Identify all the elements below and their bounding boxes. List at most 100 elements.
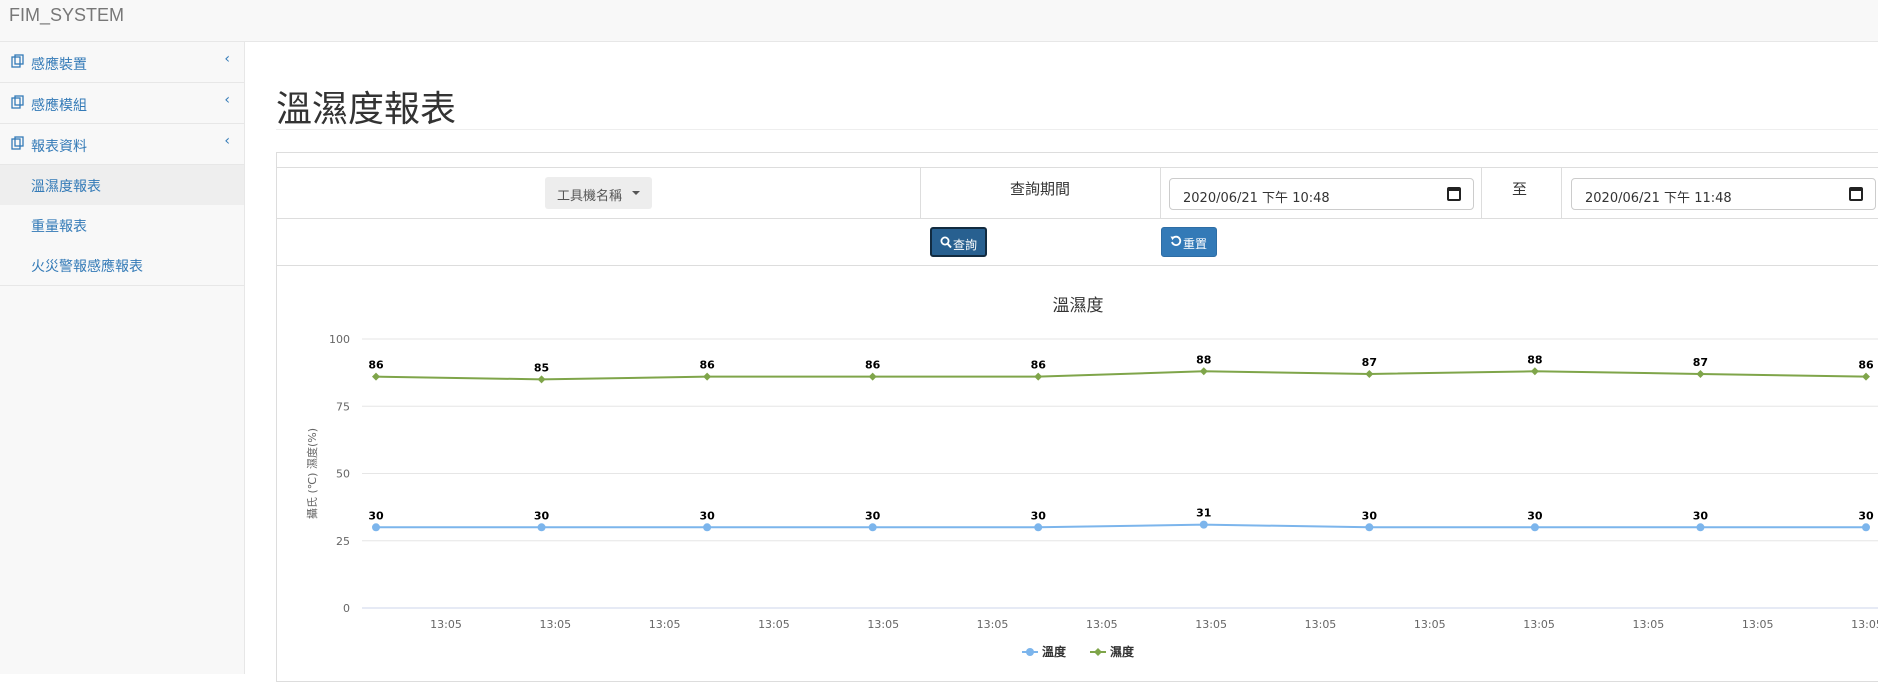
data-point [372, 372, 380, 381]
data-label: 86 [1858, 359, 1874, 372]
data-label: 88 [1527, 353, 1542, 366]
x-tick-label: 13:05 [1633, 618, 1665, 631]
sidebar-item-label: 報表資料 [31, 139, 87, 155]
data-label: 30 [1858, 509, 1874, 522]
search-button-label: 查詢 [953, 238, 978, 252]
data-label: 30 [1362, 509, 1378, 522]
sidebar-item-report-data[interactable]: 報表資料 ‹ [0, 124, 244, 165]
reset-button-label: 重置 [1183, 237, 1208, 251]
x-tick-label: 13:05 [1742, 618, 1774, 631]
search-button[interactable]: 查詢 [930, 227, 987, 257]
sidebar-subitem-temp-humidity-report[interactable]: 溫濕度報表 [0, 165, 244, 205]
sidebar-divider [0, 285, 244, 286]
reset-button[interactable]: 重置 [1161, 227, 1217, 257]
search-icon [940, 236, 952, 249]
legend-symbol [1026, 648, 1034, 656]
data-label: 30 [368, 509, 384, 522]
x-tick-label: 13:05 [758, 618, 790, 631]
data-point [703, 372, 712, 381]
data-point [537, 375, 546, 384]
sidebar-subitem-weight-report[interactable]: 重量報表 [0, 205, 244, 245]
data-point [1696, 523, 1705, 532]
data-point [1034, 523, 1043, 532]
data-label: 30 [699, 509, 715, 522]
data-point [1365, 523, 1374, 532]
data-label: 85 [534, 361, 549, 374]
series-line-1 [375, 370, 1867, 381]
x-tick-label: 13:05 [430, 618, 462, 631]
data-label: 86 [865, 359, 881, 372]
page-title: 溫濕度報表 [276, 89, 457, 130]
start-datetime-value: 2020/06/21 下午 10:48 [1183, 191, 1330, 206]
data-point [868, 523, 877, 532]
x-tick-label: 13:05 [867, 618, 899, 631]
data-label: 87 [1693, 356, 1708, 369]
temp-humidity-chart: 溫濕度 0 25 50 75 100 攝氏 (℃) 濕度(%) 13:05 13:05 13:05… [305, 296, 1878, 659]
table-cell-divider [1481, 168, 1482, 218]
copy-icon [11, 95, 24, 109]
start-datetime-input[interactable]: 2020/06/21 下午 10:48 [1169, 178, 1474, 210]
table-cell-divider [920, 168, 921, 218]
data-point [703, 523, 712, 532]
data-label: 88 [1196, 353, 1211, 366]
top-navbar: FIM_SYSTEM [0, 0, 1878, 42]
filter-row-divider [276, 218, 1878, 219]
data-point [868, 372, 877, 381]
x-tick-label: 13:05 [1523, 618, 1555, 631]
copy-icon [11, 136, 24, 150]
data-label: 30 [1527, 509, 1543, 522]
y-tick-label: 25 [336, 535, 350, 548]
sidebar-subitem-fire-alarm-report[interactable]: 火災警報感應報表 [0, 245, 244, 285]
y-tick-label: 100 [329, 333, 350, 346]
x-tick-label: 13:05 [977, 618, 1009, 631]
sidebar-item-sensor-devices[interactable]: 感應裝置 ‹ [0, 42, 244, 83]
data-point [1199, 520, 1208, 529]
y-tick-label: 50 [336, 468, 350, 481]
sidebar-item-label: 感應裝置 [31, 57, 87, 73]
end-datetime-input[interactable]: 2020/06/21 下午 11:48 [1571, 178, 1876, 210]
x-tick-label: 13:05 [649, 618, 681, 631]
x-tick-label: 13:05 [1305, 618, 1337, 631]
sidebar-subitem-label: 重量報表 [31, 219, 87, 235]
chevron-left-icon: ‹ [224, 51, 230, 67]
end-datetime-value: 2020/06/21 下午 11:48 [1585, 191, 1732, 206]
data-label: 30 [865, 509, 881, 522]
data-point [1199, 367, 1208, 376]
data-point [1530, 367, 1539, 376]
sidebar: 感應裝置 ‹ 感應模組 ‹ 報表資料 ‹ 溫濕度報表 重量報表 火災警報感應報表 [0, 42, 245, 674]
caret-down-icon [632, 191, 640, 195]
chart-title: 溫濕度 [1053, 296, 1104, 316]
title-divider [276, 129, 1878, 130]
sidebar-item-sensor-modules[interactable]: 感應模組 ‹ [0, 83, 244, 124]
sidebar-subitem-label: 火災警報感應報表 [31, 259, 143, 275]
data-label: 30 [1693, 509, 1709, 522]
to-label: 至 [1512, 180, 1528, 198]
data-point [1365, 369, 1374, 378]
legend-item: 溫度 [1042, 644, 1067, 659]
device-name-dropdown[interactable]: 工具機名稱 [545, 177, 652, 209]
data-point [537, 523, 546, 532]
data-label: 86 [368, 359, 384, 372]
legend-symbol [1094, 648, 1102, 656]
table-cell-divider [1160, 168, 1161, 218]
data-label: 30 [1031, 509, 1047, 522]
data-point [1034, 372, 1043, 381]
data-point [1862, 523, 1870, 532]
calendar-icon[interactable] [1447, 187, 1461, 201]
brand-logo[interactable]: FIM_SYSTEM [9, 5, 124, 26]
copy-icon [11, 54, 24, 68]
query-period-label: 查詢期間 [1010, 180, 1071, 198]
x-tick-label: 13:05 [1414, 618, 1446, 631]
data-label: 87 [1362, 356, 1377, 369]
sidebar-item-label: 感應模組 [31, 98, 87, 114]
x-tick-label: 13:05 [1086, 618, 1118, 631]
data-label: 86 [1031, 359, 1047, 372]
dropdown-label: 工具機名稱 [557, 189, 623, 204]
data-point [372, 523, 380, 532]
legend-item: 濕度 [1110, 644, 1135, 659]
sidebar-subitem-label: 溫濕度報表 [31, 179, 101, 195]
y-axis-label: 攝氏 (℃) 濕度(%) [305, 428, 319, 519]
data-label: 30 [534, 509, 550, 522]
chevron-left-icon: ‹ [224, 133, 230, 149]
calendar-icon[interactable] [1849, 187, 1863, 201]
